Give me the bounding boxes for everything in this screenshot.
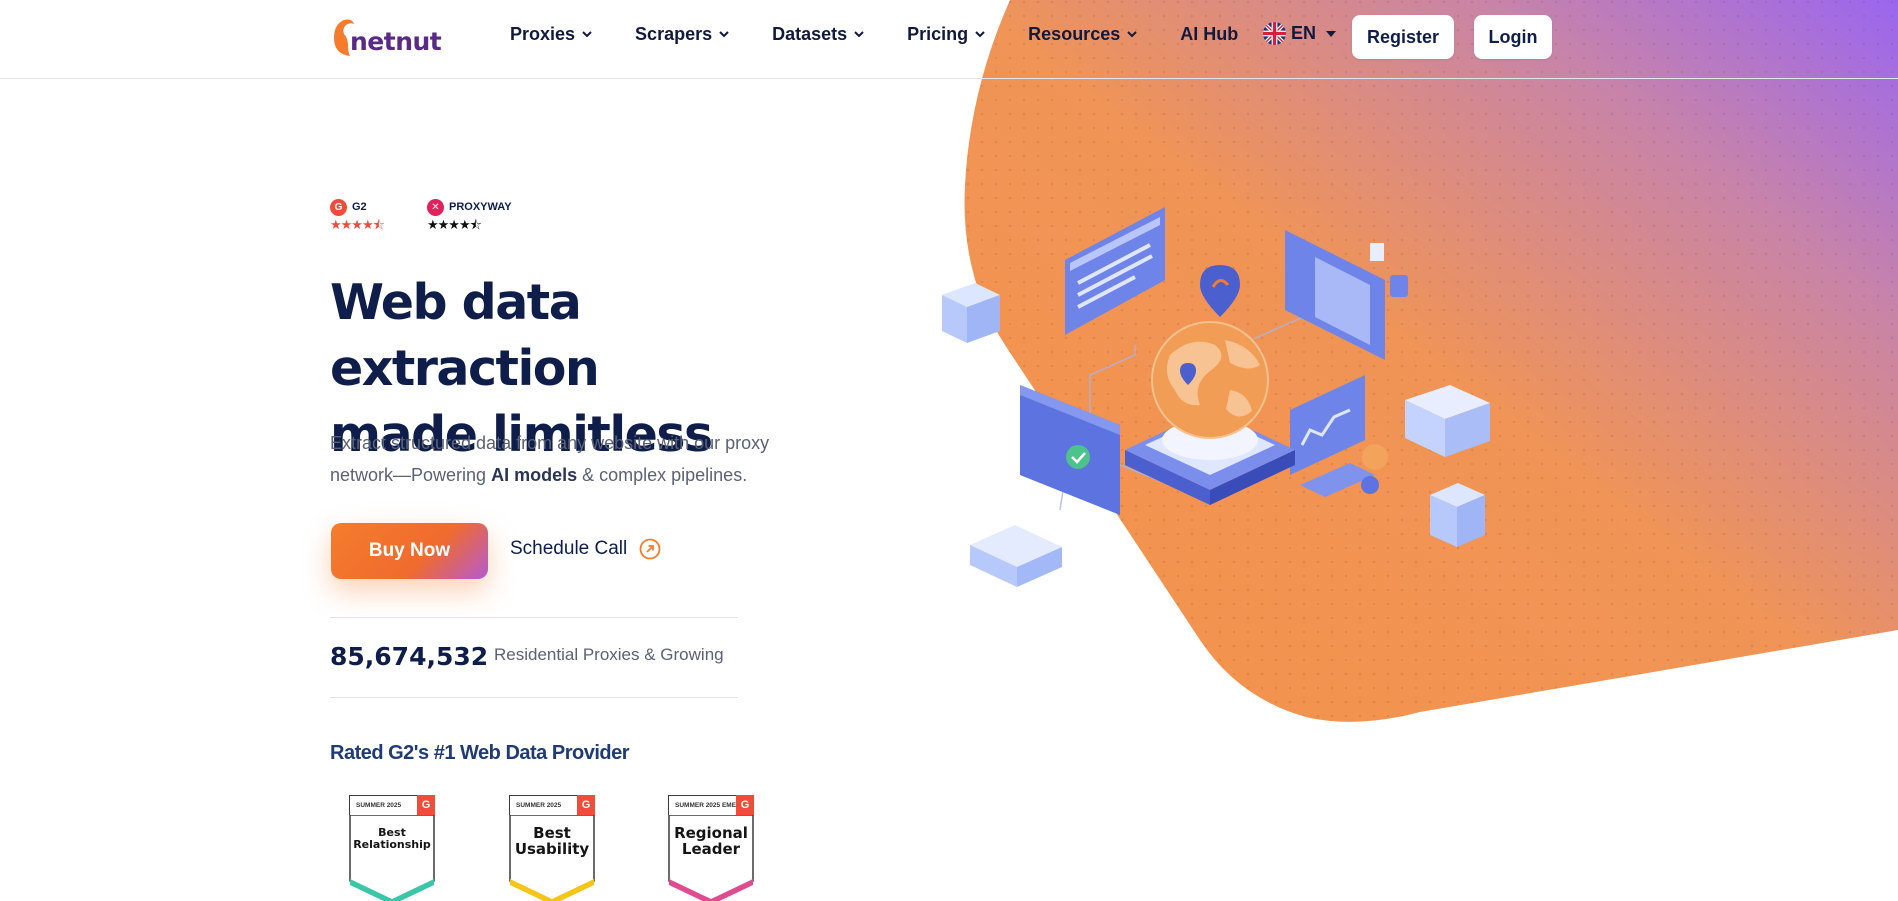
g2-badge-icon: G bbox=[417, 795, 435, 815]
g2-badge-icon: G bbox=[577, 795, 595, 815]
badge-title: Best Usability bbox=[514, 824, 590, 858]
proxy-count-label: Residential Proxies & Growing bbox=[494, 645, 724, 664]
proxyway-logo-icon: ✕ bbox=[427, 198, 444, 216]
stat-divider-bottom bbox=[330, 697, 738, 698]
headline-line-1: Web data extraction bbox=[330, 274, 600, 397]
proxyway-label: PROXYWAY bbox=[449, 201, 512, 213]
register-button[interactable]: Register bbox=[1352, 15, 1454, 59]
dashboard-window-shape bbox=[1285, 230, 1408, 360]
cube-shape-1 bbox=[942, 283, 1000, 343]
chevron-down-icon bbox=[719, 31, 729, 38]
arrow-up-right-circle-icon bbox=[639, 538, 661, 560]
chevron-down-icon bbox=[582, 31, 592, 38]
logo-text: netnut bbox=[350, 27, 442, 56]
stat-divider-top bbox=[330, 617, 738, 618]
location-pin-icon bbox=[1200, 265, 1240, 317]
schedule-call-label: Schedule Call bbox=[510, 538, 628, 559]
cube-shape-2 bbox=[1405, 385, 1490, 457]
award-badge-best-relationship: SUMMER 2025 G Best Relationship bbox=[349, 795, 435, 901]
nav-label: Proxies bbox=[510, 23, 576, 44]
language-selector[interactable]: EN bbox=[1263, 22, 1337, 45]
g2-badge-icon: G bbox=[736, 795, 754, 815]
cube-shape-4 bbox=[970, 525, 1062, 587]
nav-label: Datasets bbox=[772, 23, 848, 44]
nav-datasets[interactable]: Datasets bbox=[772, 22, 865, 46]
schedule-call-link[interactable]: Schedule Call bbox=[510, 538, 661, 560]
nav-resources[interactable]: Resources bbox=[1028, 22, 1138, 46]
language-label: EN bbox=[1291, 23, 1317, 43]
hero-subtext: Extract structured data from any website… bbox=[330, 427, 800, 491]
main-nav: Proxies Scrapers Datasets Pricing Resour… bbox=[510, 22, 1274, 46]
nav-scrapers[interactable]: Scrapers bbox=[635, 22, 730, 46]
nav-pricing[interactable]: Pricing bbox=[907, 22, 986, 46]
site-header: netnut Proxies Scrapers Datasets Pricing… bbox=[0, 0, 1898, 79]
badge-title: Regional Leader bbox=[674, 824, 748, 858]
proxy-count: 85,674,532 bbox=[330, 642, 489, 671]
awards-title: Rated G2's #1 Web Data Provider bbox=[330, 742, 630, 764]
nav-label: AI Hub bbox=[1180, 23, 1239, 44]
uk-flag-icon bbox=[1263, 22, 1286, 45]
award-badge-best-usability: SUMMER 2025 G Best Usability bbox=[509, 795, 595, 901]
nav-ai-hub[interactable]: AI Hub bbox=[1180, 22, 1238, 46]
chevron-down-icon bbox=[975, 31, 985, 38]
badge-title: Best Relationship bbox=[353, 826, 431, 851]
nav-label: Pricing bbox=[907, 23, 969, 44]
g2-rating[interactable]: G G2 ★★★★⯪ bbox=[330, 198, 385, 233]
caret-down-icon bbox=[1326, 30, 1337, 37]
check-window-shape bbox=[1020, 385, 1120, 515]
cube-shape-3 bbox=[1430, 483, 1485, 547]
subtext-part-2: & complex pipelines. bbox=[577, 465, 748, 485]
nav-label: Resources bbox=[1028, 23, 1121, 44]
award-badge-regional-leader: SUMMER 2025 EMEA G Regional Leader bbox=[668, 795, 754, 901]
hero-illustration bbox=[942, 207, 1490, 587]
buy-now-button[interactable]: Buy Now bbox=[331, 523, 488, 579]
nav-label: Scrapers bbox=[635, 23, 713, 44]
browser-window-shape bbox=[1065, 207, 1165, 335]
proxyway-stars: ★★★★⯪ bbox=[427, 217, 482, 232]
chevron-down-icon bbox=[854, 31, 864, 38]
login-button[interactable]: Login bbox=[1474, 15, 1552, 59]
chevron-down-icon bbox=[1127, 31, 1137, 38]
chart-window-shape bbox=[1290, 375, 1388, 497]
netnut-logo[interactable]: netnut bbox=[330, 14, 442, 58]
proxyway-rating[interactable]: ✕ PROXYWAY ★★★★⯪ bbox=[427, 198, 512, 233]
globe-icon bbox=[1151, 321, 1269, 439]
subtext-bold: AI models bbox=[491, 465, 578, 485]
g2-logo-icon: G bbox=[330, 198, 347, 216]
nav-proxies[interactable]: Proxies bbox=[510, 22, 593, 46]
g2-stars: ★★★★⯪ bbox=[330, 217, 385, 232]
g2-label: G2 bbox=[352, 201, 367, 213]
